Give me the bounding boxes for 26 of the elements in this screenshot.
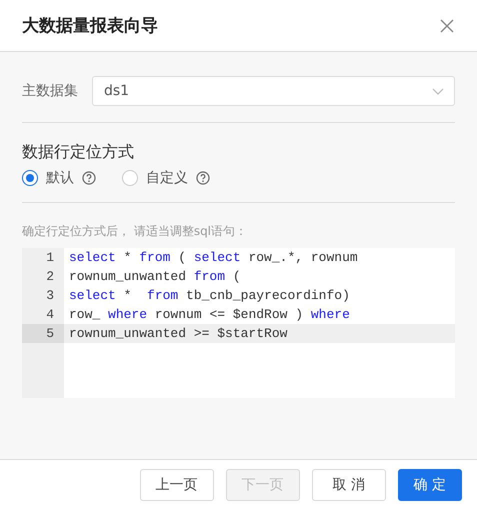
hint-text: 确定行定位方式后， 请适当调整sql语句： [22, 223, 248, 240]
dataset-label: 主数据集 [22, 82, 78, 100]
radio-label: 默认 [46, 169, 74, 187]
confirm-button[interactable]: 确 定 [398, 468, 462, 500]
footer-button[interactable]: 取 消 [312, 468, 386, 500]
help-icon [196, 171, 210, 185]
help-icon [82, 171, 96, 185]
dialog-title: 大数据量报表向导 [22, 15, 158, 37]
sql-editor[interactable]: 1 2 3 4 5 select * from ( select row_.*, rownum rownum_unwanted from ( select * from tb_cnb_payrecordinfo) row_ where rownum <= $endRow ) where rownum_unwanted >= $startRow [22, 248, 455, 398]
footer-button[interactable]: 上一页 [140, 468, 214, 500]
radio-button[interactable] [122, 170, 138, 186]
close-button[interactable] [439, 18, 455, 34]
section-title: 数据行定位方式 [22, 142, 135, 163]
code-line: rownum_unwanted from ( [68, 268, 242, 286]
line-number: 5 [22, 324, 64, 343]
line-number: 3 [45, 287, 55, 305]
line-number: 2 [45, 268, 55, 286]
code-line: row_ where rownum <= $endRow ) where [68, 306, 351, 324]
radio-button[interactable] [22, 170, 38, 186]
chevron-down-icon [432, 88, 444, 94]
code-line: select * from ( select row_.*, rownum [68, 249, 359, 267]
line-number: 4 [45, 306, 55, 324]
radio-label: 自定义 [146, 169, 188, 187]
code-line: select * from tb_cnb_payrecordinfo) [68, 287, 351, 305]
line-number: 1 [45, 249, 55, 267]
dataset-select[interactable]: ds1 [92, 76, 455, 106]
